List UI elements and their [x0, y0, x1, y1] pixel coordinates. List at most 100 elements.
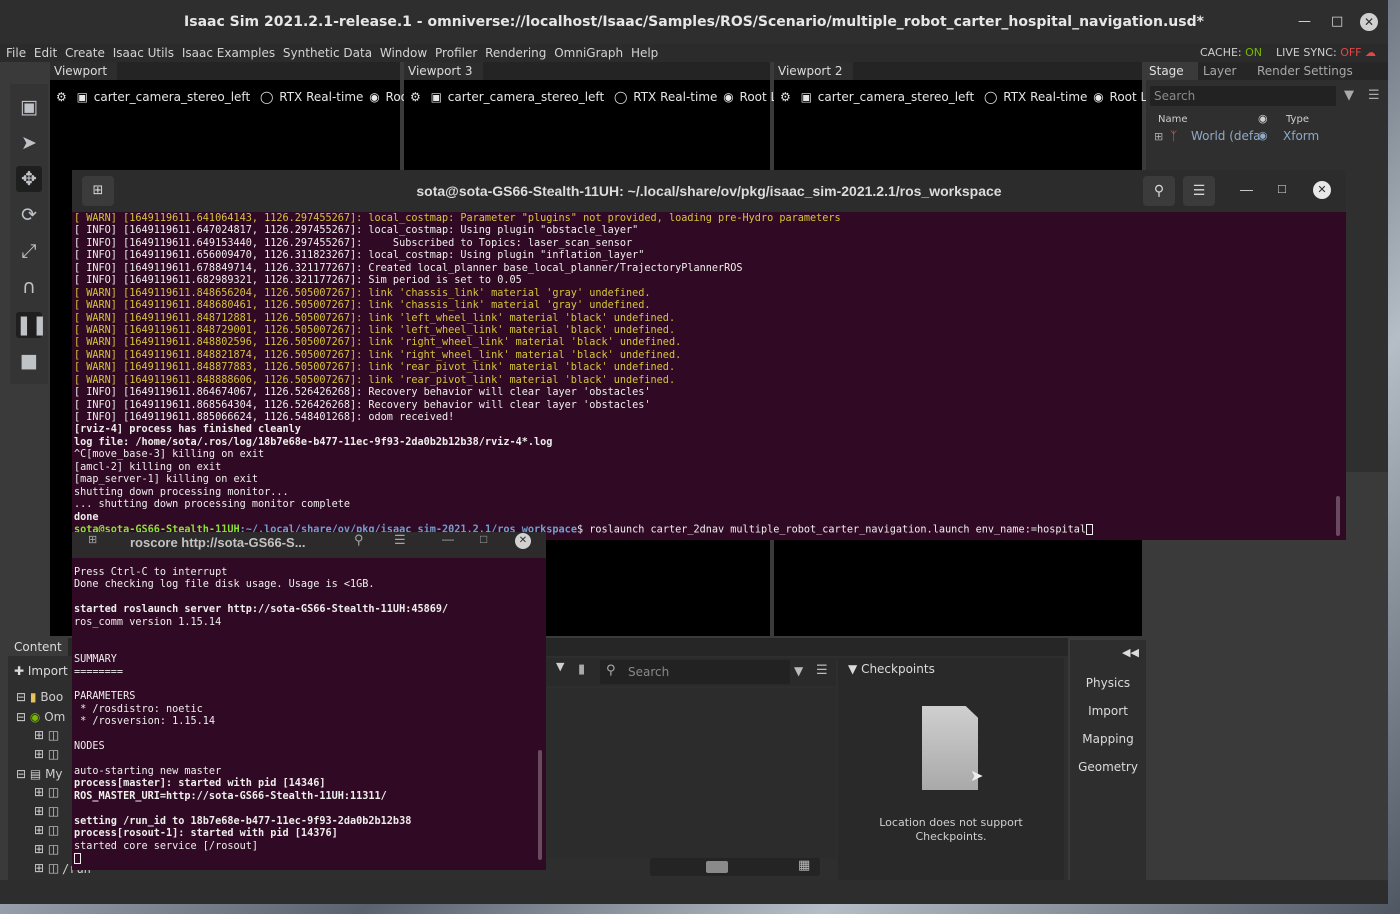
mapping-button[interactable]: Mapping: [1070, 732, 1146, 746]
menu-rendering[interactable]: Rendering: [485, 46, 546, 60]
hamburger-menu-icon[interactable]: ☰: [816, 663, 828, 678]
renderer-name[interactable]: RTX Real-time: [1003, 90, 1087, 104]
settings-gear-icon[interactable]: ⚙: [56, 90, 67, 104]
camera-name[interactable]: carter_camera_stereo_left: [818, 90, 974, 104]
filter-icon[interactable]: ▼: [794, 664, 803, 678]
light-bulb-icon[interactable]: ◯: [984, 90, 997, 104]
menu-window[interactable]: Window: [380, 46, 427, 60]
scale-icon[interactable]: ⤢: [16, 238, 42, 264]
hamburger-menu-icon[interactable]: ☰: [394, 532, 406, 548]
close-icon[interactable]: ✕: [1313, 181, 1331, 199]
collapse-icon[interactable]: ⊟: [16, 690, 26, 704]
expand-icon[interactable]: ⊞: [34, 728, 44, 742]
viewport-tab-2[interactable]: Viewport 2: [774, 62, 853, 80]
search-icon[interactable]: ⚲: [354, 532, 364, 548]
menu-omnigraph[interactable]: OmniGraph: [554, 46, 623, 60]
hamburger-menu-icon[interactable]: ☰: [1183, 176, 1215, 206]
expand-icon[interactable]: ⊞: [1154, 130, 1163, 143]
eye-icon[interactable]: ◉: [369, 90, 379, 104]
viewport-tab-1[interactable]: Viewport: [50, 62, 118, 80]
stop-icon[interactable]: ■: [16, 348, 42, 374]
maximize-icon[interactable]: □: [480, 532, 487, 546]
move-icon[interactable]: ✥: [16, 166, 42, 192]
menu-isaac-utils[interactable]: Isaac Utils: [113, 46, 174, 60]
expand-icon[interactable]: ⊞: [34, 823, 44, 837]
camera-icon[interactable]: ▣: [801, 90, 812, 104]
rotate-icon[interactable]: ⟳: [16, 202, 42, 228]
checkpoints-header[interactable]: ▼ Checkpoints: [848, 662, 935, 676]
select-mode-icon[interactable]: ▣: [16, 94, 42, 120]
grid-view-icon[interactable]: ▦: [798, 858, 810, 873]
expand-icon[interactable]: ⊞: [34, 785, 44, 799]
pause-icon[interactable]: ❚❚: [16, 312, 48, 338]
terminal-scrollbar[interactable]: [1336, 496, 1340, 536]
menu-edit[interactable]: Edit: [34, 46, 57, 60]
hamburger-menu-icon[interactable]: ☰: [1368, 88, 1380, 103]
camera-name[interactable]: carter_camera_stereo_left: [448, 90, 604, 104]
expand-icon[interactable]: ⊞: [34, 804, 44, 818]
thumbnail-size-slider[interactable]: [650, 858, 820, 876]
terminal-prompt-line[interactable]: [74, 853, 81, 866]
camera-icon[interactable]: ▣: [77, 90, 88, 104]
collapse-panel-icon[interactable]: ◀◀: [1122, 646, 1139, 659]
menu-create[interactable]: Create: [65, 46, 105, 60]
maximize-icon[interactable]: □: [1331, 14, 1343, 30]
terminal-scrollbar[interactable]: [538, 750, 542, 860]
snap-icon[interactable]: ∩: [16, 274, 42, 300]
close-icon[interactable]: ✕: [515, 533, 531, 549]
collapse-icon[interactable]: ⊟: [16, 710, 26, 724]
live-sync-status[interactable]: OFF: [1340, 46, 1361, 59]
import-tool-button[interactable]: Import: [1070, 704, 1146, 718]
eye-icon[interactable]: ◉: [723, 90, 733, 104]
menu-help[interactable]: Help: [631, 46, 658, 60]
menu-isaac-examples[interactable]: Isaac Examples: [182, 46, 275, 60]
tab-stage[interactable]: Stage: [1146, 62, 1198, 80]
tree-item-omniverse[interactable]: ⊟ ◉ Om: [16, 710, 78, 724]
renderer-name[interactable]: RTX Real-time: [279, 90, 363, 104]
physics-button[interactable]: Physics: [1070, 676, 1146, 690]
minimize-icon[interactable]: —: [1240, 182, 1253, 197]
pointer-icon[interactable]: ➤: [16, 130, 42, 156]
maximize-icon[interactable]: □: [1278, 181, 1286, 196]
stage-search-input[interactable]: Search: [1150, 86, 1336, 106]
close-icon[interactable]: ✕: [1360, 13, 1378, 31]
camera-icon[interactable]: ▣: [431, 90, 442, 104]
menu-profiler[interactable]: Profiler: [435, 46, 477, 60]
collapse-arrow-icon[interactable]: ▼: [848, 662, 857, 676]
tree-item-my-computer[interactable]: ⊟ ▤ My: [16, 767, 78, 781]
search-icon[interactable]: ⚲: [1143, 176, 1175, 206]
new-tab-icon[interactable]: ⊞: [88, 533, 97, 546]
menu-file[interactable]: File: [6, 46, 26, 60]
renderer-name[interactable]: RTX Real-time: [633, 90, 717, 104]
light-bulb-icon[interactable]: ◯: [260, 90, 273, 104]
tab-layer[interactable]: Layer: [1203, 62, 1236, 80]
eye-icon[interactable]: ◉: [1093, 90, 1103, 104]
menu-synthetic-data[interactable]: Synthetic Data: [283, 46, 372, 60]
content-file-area[interactable]: [546, 688, 836, 858]
expand-icon[interactable]: ⊞: [34, 861, 44, 875]
camera-name[interactable]: carter_camera_stereo_left: [94, 90, 250, 104]
terminal-window-roscore[interactable]: ⊞ roscore http://sota-GS66-S... ⚲ ☰ — □ …: [72, 532, 546, 870]
row-visibility-icon[interactable]: ◉: [1258, 129, 1268, 142]
minimize-icon[interactable]: —: [1298, 14, 1311, 30]
expand-icon[interactable]: ⊞: [34, 747, 44, 761]
minimize-icon[interactable]: —: [442, 532, 454, 546]
light-bulb-icon[interactable]: ◯: [614, 90, 627, 104]
viewport-tab-3[interactable]: Viewport 3: [404, 62, 483, 80]
tree-item-bookmarks[interactable]: ⊟ ▮ Boo: [16, 690, 78, 704]
expand-icon[interactable]: ⊞: [34, 842, 44, 856]
terminal-window-ros-workspace[interactable]: ⊞ sota@sota-GS66-Stealth-11UH: ~/.local/…: [72, 170, 1346, 540]
tab-render-settings[interactable]: Render Settings: [1257, 62, 1353, 80]
content-search-input[interactable]: ⚲ Search: [600, 660, 790, 684]
filter-icon[interactable]: ▼: [1344, 88, 1354, 103]
settings-gear-icon[interactable]: ⚙: [410, 90, 421, 104]
tab-content[interactable]: Content: [8, 638, 68, 656]
dropdown-arrow-icon[interactable]: ▼: [556, 660, 564, 673]
geometry-button[interactable]: Geometry: [1070, 760, 1146, 774]
import-button[interactable]: ✚ Import: [14, 664, 68, 678]
cache-status[interactable]: ON: [1245, 46, 1262, 59]
slider-handle[interactable]: [706, 861, 728, 873]
collapse-icon[interactable]: ⊟: [16, 767, 26, 781]
bookmark-add-icon[interactable]: ▮: [578, 662, 585, 677]
stage-row-name[interactable]: World (defa: [1191, 129, 1260, 143]
